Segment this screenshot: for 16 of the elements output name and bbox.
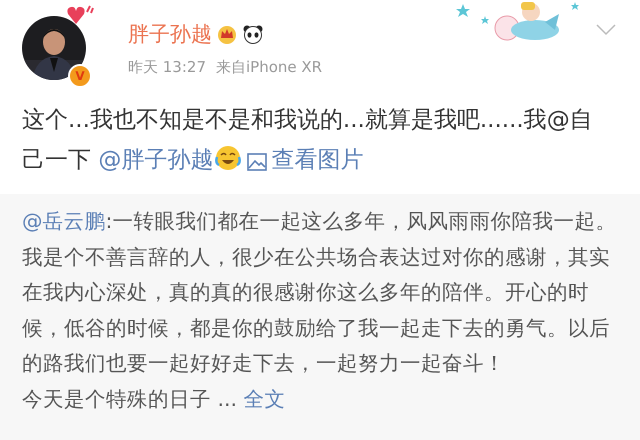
mention-link[interactable]: @岳云鹏 [22, 209, 106, 233]
post-source: 来自iPhone XR [216, 58, 322, 77]
post-time: 昨天 13:27 [128, 58, 206, 77]
panda-icon [242, 24, 264, 44]
mention-link[interactable]: @胖子孙越 [98, 147, 214, 173]
image-icon [247, 153, 268, 171]
verified-badge: V [68, 64, 92, 88]
repost-text: @岳云鹏:一转眼我们都在一起这么多年，风风雨雨你陪我一起。我是个不善言辞的人，很少在公共场合表达过对你的感谢，其实在我内心深处，真的真的很感谢你这么多年的陪伴。开心的时候，低谷的时候，都是你的鼓励给了我一起走下去的勇气。以后的路我们也要一起好好走下去，一起努力一起奋斗！ 今天是个特殊的日子 ... 全文 [22, 208, 618, 412]
author-name[interactable]: 胖子孙越 [128, 20, 212, 48]
laughing-emoji-icon [215, 145, 242, 171]
heart-icon [66, 4, 94, 26]
view-image-link[interactable]: 查看图片 [247, 147, 364, 173]
full-text-link[interactable]: 全文 [244, 386, 286, 410]
crown-icon [216, 24, 238, 44]
post-text: 这个...我也不知是不是和我说的...就算是我吧......我@自己一下 @胖子孙越 查看图片 [22, 106, 594, 175]
chevron-down-icon[interactable] [596, 24, 616, 36]
